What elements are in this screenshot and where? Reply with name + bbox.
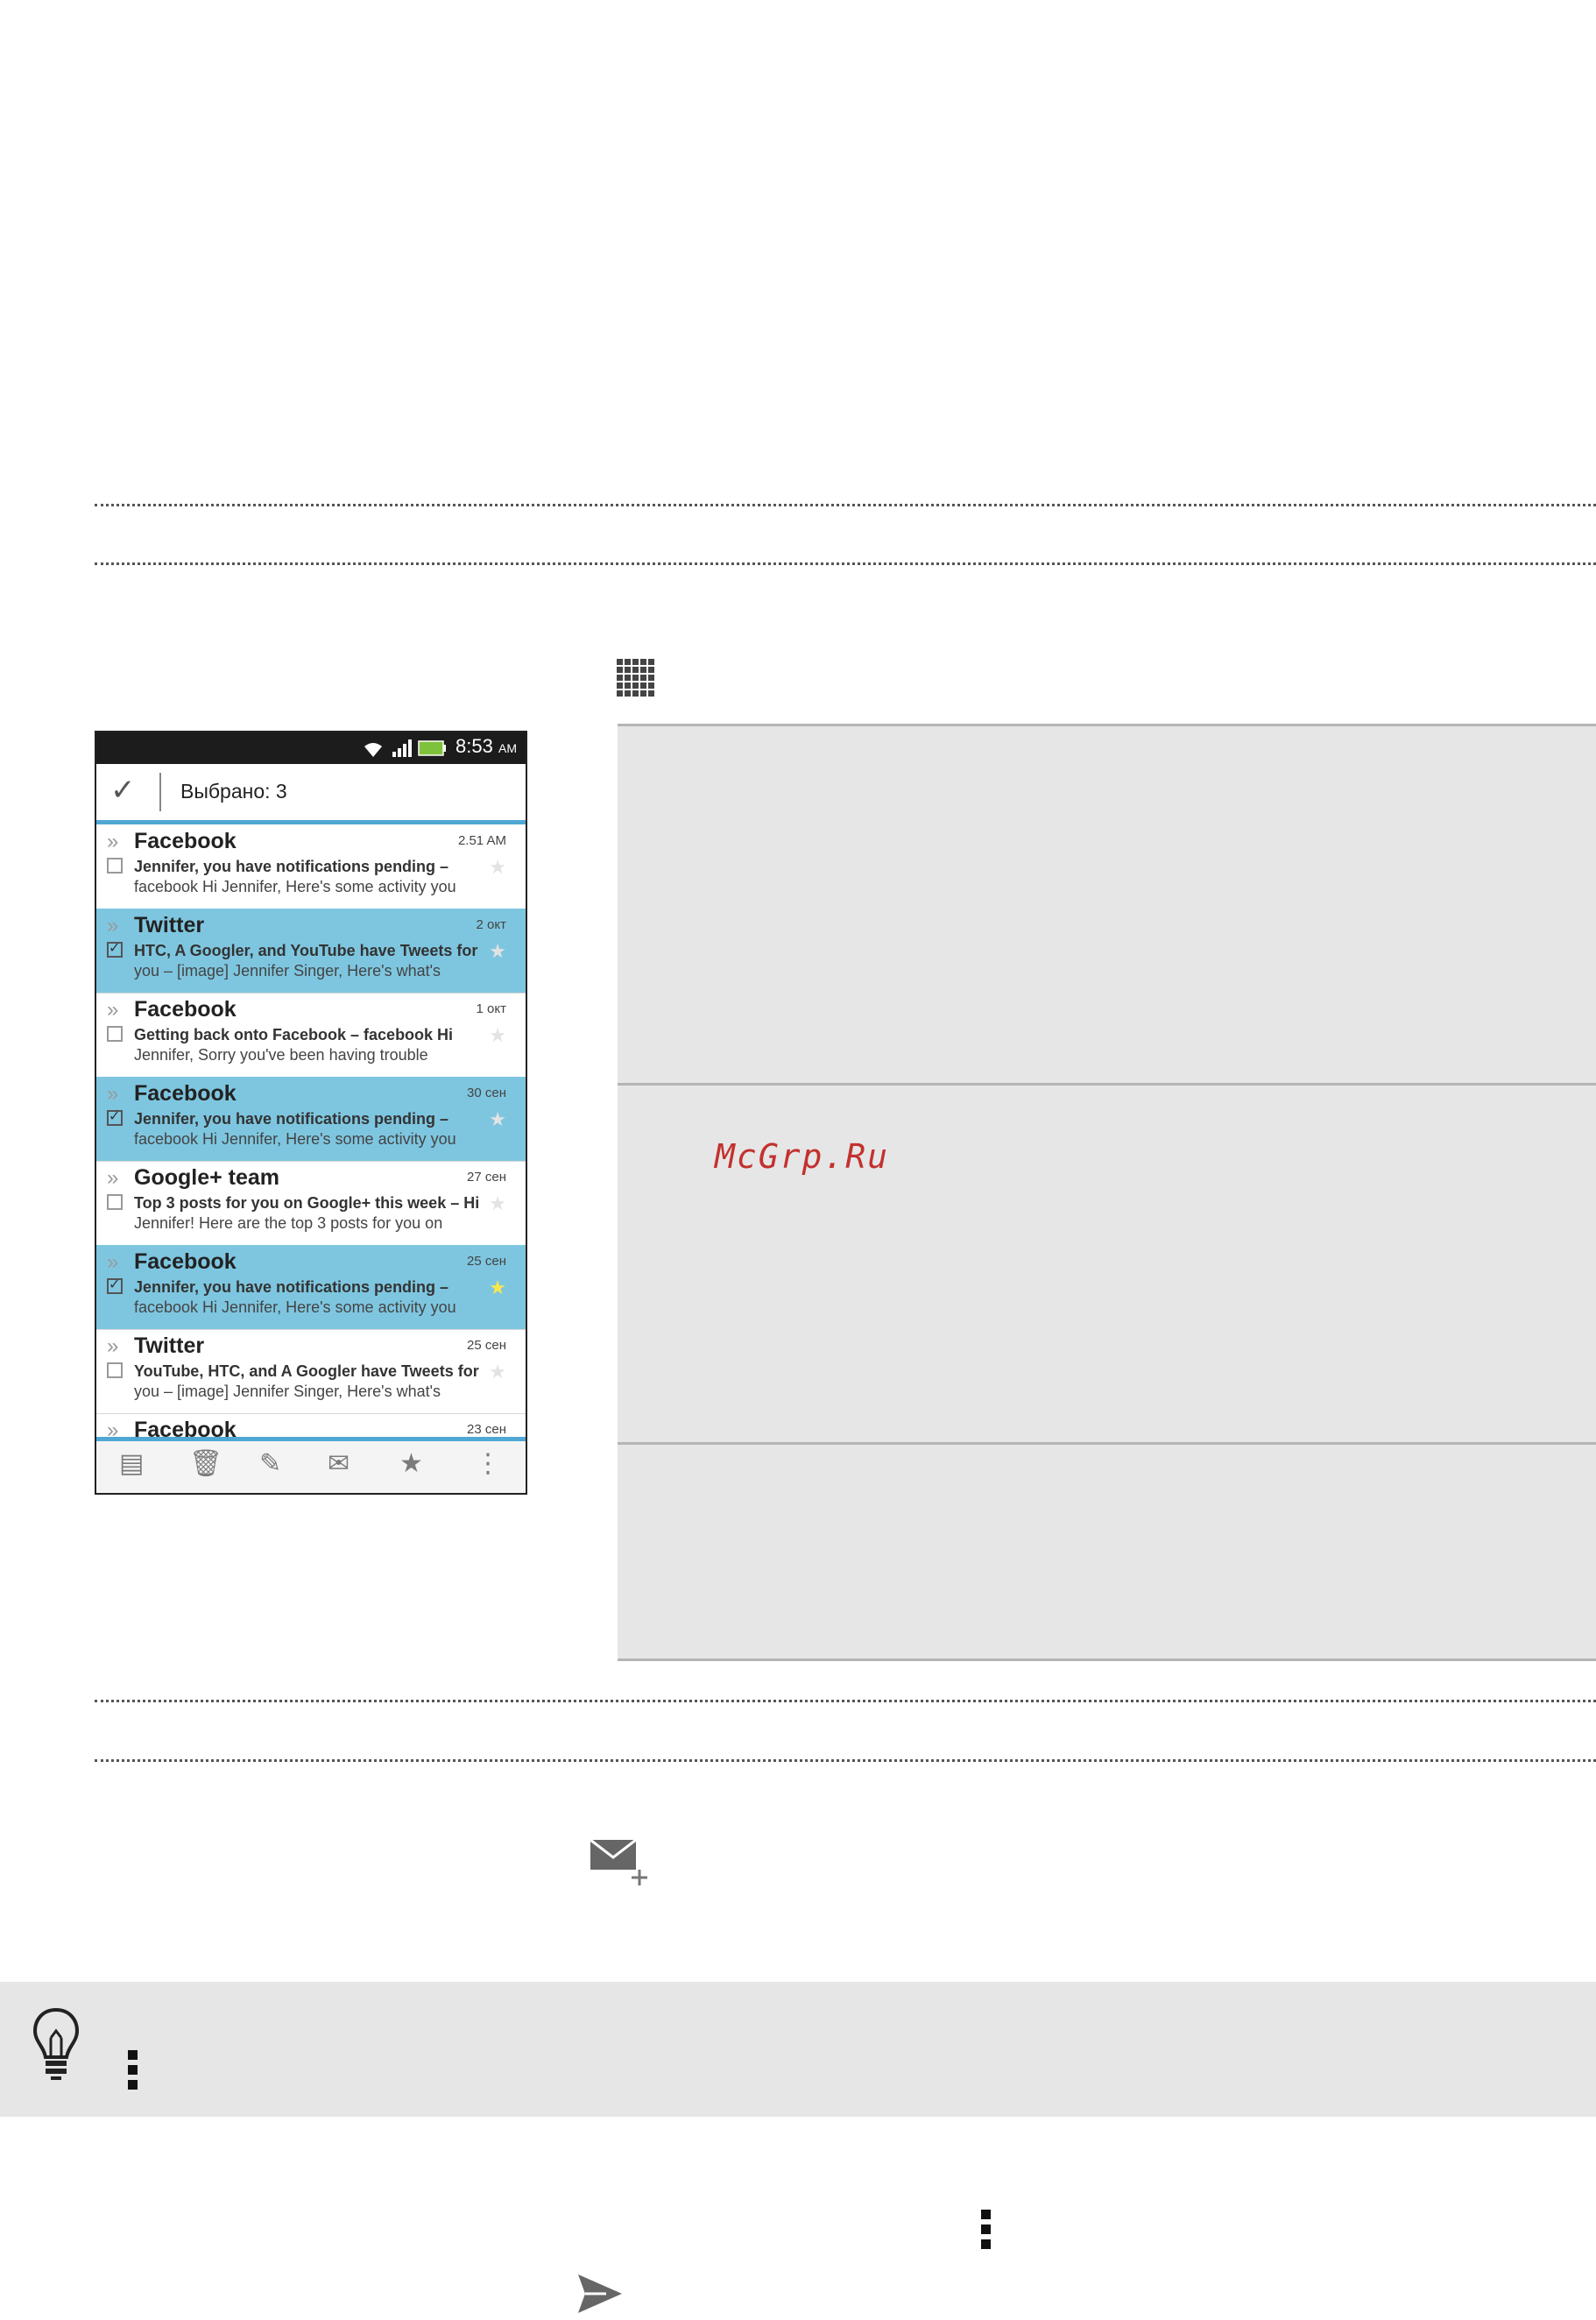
status-bar: 8:53 AM bbox=[96, 732, 526, 764]
chevron-icon: » bbox=[107, 1250, 119, 1274]
email-date: 25 сен bbox=[467, 1254, 506, 1269]
email-snippet: you – [image] Jennifer Singer, Here's wh… bbox=[134, 1383, 441, 1400]
star-icon[interactable]: ★ bbox=[489, 856, 506, 879]
email-date: 27 сен bbox=[467, 1170, 506, 1185]
star-icon[interactable]: ★ bbox=[399, 1448, 423, 1479]
email-snippet: facebook Hi Jennifer, Here's some activi… bbox=[134, 878, 456, 895]
phone-screenshot: 8:53 AM ✓ Выбрано: 3 » Facebook 2.51 AM Jen… bbox=[95, 731, 527, 1495]
star-icon[interactable]: ★ bbox=[489, 940, 506, 963]
overflow-menu-icon bbox=[981, 2210, 991, 2249]
table-cell bbox=[618, 1442, 1596, 1661]
select-checkbox[interactable] bbox=[107, 1194, 123, 1210]
email-sender: Twitter bbox=[134, 1333, 205, 1358]
chevron-icon: » bbox=[107, 914, 119, 937]
label-icon[interactable]: ✎ bbox=[259, 1448, 281, 1479]
email-date: 2 окт bbox=[476, 917, 506, 932]
section-divider bbox=[95, 1700, 1596, 1702]
email-row[interactable]: » Twitter 2 окт HTC, A Googler, and YouTube… bbox=[96, 909, 526, 994]
send-icon bbox=[578, 2274, 622, 2313]
email-subject: YouTube, HTC, and A Googler have Tweets … bbox=[134, 1362, 479, 1380]
email-snippet: facebook Hi Jennifer, Here's some activi… bbox=[134, 1298, 456, 1316]
lightbulb-icon bbox=[32, 2007, 80, 2080]
email-row[interactable]: » Facebook 30 сен Jennifer, you have notifi… bbox=[96, 1077, 526, 1162]
email-row[interactable]: » Facebook 25 сен Jennifer, you have notifi… bbox=[96, 1245, 526, 1330]
select-checkbox[interactable] bbox=[107, 1026, 123, 1042]
archive-icon[interactable]: ▤ bbox=[119, 1448, 144, 1479]
email-sender: Google+ team bbox=[134, 1165, 280, 1190]
email-sender: Facebook bbox=[134, 997, 237, 1022]
star-icon[interactable]: ★ bbox=[489, 1361, 506, 1383]
star-icon[interactable]: ★ bbox=[489, 1277, 506, 1299]
chevron-icon: » bbox=[107, 1082, 119, 1106]
done-check-icon[interactable]: ✓ bbox=[110, 773, 136, 808]
email-snippet: you – [image] Jennifer Singer, Here's wh… bbox=[134, 962, 441, 980]
email-sender: Twitter bbox=[134, 913, 205, 937]
email-snippet: Jennifer, Sorry you've been having troub… bbox=[134, 1046, 428, 1064]
mark-read-icon[interactable]: ✉ bbox=[328, 1448, 350, 1479]
star-icon[interactable]: ★ bbox=[489, 1108, 506, 1131]
selection-count-label: Выбрано: 3 bbox=[180, 780, 287, 803]
email-date: 30 сен bbox=[467, 1086, 506, 1100]
action-bar: ▤ 🗑 ✎ ✉ ★ ⋮ bbox=[96, 1437, 526, 1493]
table-cell bbox=[618, 724, 1596, 1086]
section-divider bbox=[95, 562, 1596, 565]
select-checkbox[interactable] bbox=[107, 939, 123, 958]
overflow-menu-icon bbox=[128, 2050, 138, 2090]
email-sender: Facebook bbox=[134, 1081, 237, 1106]
chevron-icon: » bbox=[107, 830, 119, 853]
email-sender: Facebook bbox=[134, 1249, 237, 1274]
email-row[interactable]: » Twitter 25 сен YouTube, HTC, and A Google… bbox=[96, 1329, 526, 1414]
email-subject: Top 3 posts for you on Google+ this week… bbox=[134, 1194, 480, 1212]
divider bbox=[159, 773, 161, 811]
email-subject: Getting back onto Facebook – facebook Hi bbox=[134, 1026, 454, 1043]
select-checkbox[interactable] bbox=[107, 1107, 123, 1126]
trash-icon[interactable]: 🗑 bbox=[189, 1448, 222, 1479]
chevron-icon: » bbox=[107, 998, 119, 1022]
email-row[interactable]: » Facebook 2.51 AM Jennifer, you have notif… bbox=[96, 824, 526, 909]
email-date: 1 окт bbox=[476, 1001, 506, 1016]
chevron-icon: » bbox=[107, 1166, 119, 1190]
overflow-menu-icon[interactable]: ⋮ bbox=[475, 1448, 501, 1479]
chevron-icon: » bbox=[107, 1334, 119, 1358]
email-snippet: Jennifer! Here are the top 3 posts for y… bbox=[134, 1214, 443, 1232]
email-subject: Jennifer, you have notifications pending… bbox=[134, 1110, 449, 1128]
section-divider bbox=[95, 504, 1596, 506]
tip-box bbox=[0, 1982, 1596, 2117]
email-date: 25 сен bbox=[467, 1338, 506, 1353]
status-time: 8:53 AM bbox=[455, 735, 517, 757]
compose-mail-icon bbox=[590, 1838, 647, 1885]
selection-bar: ✓ Выбрано: 3 bbox=[96, 764, 526, 824]
apps-grid-icon bbox=[617, 659, 654, 697]
email-date: 23 сен bbox=[467, 1422, 506, 1437]
email-date: 2.51 AM bbox=[457, 833, 506, 848]
wifi-icon bbox=[364, 743, 382, 757]
select-checkbox[interactable] bbox=[107, 858, 123, 874]
star-icon[interactable]: ★ bbox=[489, 1024, 506, 1047]
email-snippet: facebook Hi Jennifer, Here's some activi… bbox=[134, 1130, 456, 1148]
email-row[interactable]: » Google+ team 27 сен Top 3 posts for you o… bbox=[96, 1161, 526, 1246]
section-divider bbox=[95, 1759, 1596, 1762]
select-checkbox[interactable] bbox=[107, 1276, 123, 1294]
select-checkbox[interactable] bbox=[107, 1362, 123, 1378]
email-subject: Jennifer, you have notifications pending… bbox=[134, 858, 449, 875]
email-sender: Facebook bbox=[134, 829, 237, 853]
signal-icon bbox=[392, 739, 412, 757]
email-subject: HTC, A Googler, and YouTube have Tweets … bbox=[134, 942, 478, 959]
watermark: McGrp.Ru bbox=[715, 1137, 890, 1176]
email-subject: Jennifer, you have notifications pending… bbox=[134, 1278, 449, 1296]
battery-icon bbox=[418, 740, 446, 756]
star-icon[interactable]: ★ bbox=[489, 1192, 506, 1215]
email-row[interactable]: » Facebook 1 окт Getting back onto Facebook… bbox=[96, 993, 526, 1078]
